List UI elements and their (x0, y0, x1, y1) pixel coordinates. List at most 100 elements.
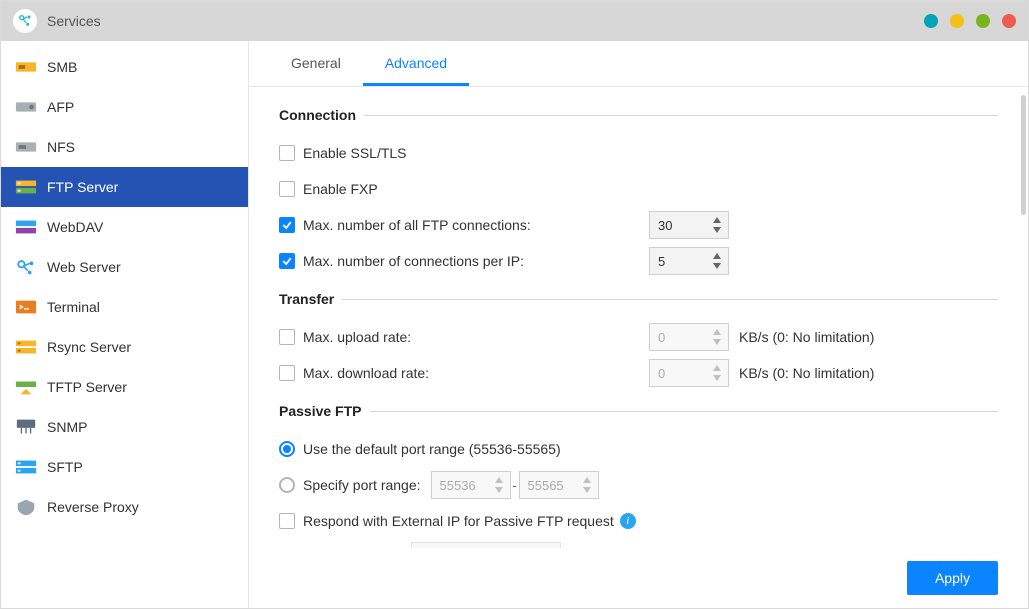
port-range-separator: - (511, 477, 519, 493)
checkbox-enable-fxp[interactable] (279, 181, 295, 197)
sidebar-item-label: NFS (47, 139, 75, 155)
sidebar-item-reverse-proxy[interactable]: Reverse Proxy (1, 487, 248, 527)
spinner-up-icon[interactable] (710, 327, 724, 337)
radio-specify-port-range[interactable] (279, 477, 295, 493)
dot-yellow[interactable] (950, 14, 964, 28)
apply-button[interactable]: Apply (907, 561, 998, 595)
ftp-icon (15, 177, 37, 197)
sidebar-item-rsync-server[interactable]: Rsync Server (1, 327, 248, 367)
scrollbar[interactable] (1020, 87, 1028, 548)
sidebar-item-afp[interactable]: AFP (1, 87, 248, 127)
section-title: Transfer (279, 291, 342, 307)
spinner-value: 0 (658, 366, 665, 381)
sidebar-item-label: Reverse Proxy (47, 499, 139, 515)
spinner-max-upload[interactable]: 0 (649, 323, 729, 351)
label-enable-ssl: Enable SSL/TLS (303, 145, 407, 161)
sidebar-item-nfs[interactable]: NFS (1, 127, 248, 167)
sidebar-item-label: Web Server (47, 259, 121, 275)
tabs: General Advanced (249, 41, 1028, 87)
spinner-max-all-connections[interactable]: 30 (649, 211, 729, 239)
smb-icon (15, 57, 37, 77)
title-bar: Services (1, 1, 1028, 41)
spinner-down-icon[interactable] (710, 373, 724, 383)
sidebar-item-label: FTP Server (47, 179, 118, 195)
footer: Apply (249, 548, 1028, 608)
spinner-up-icon[interactable] (492, 475, 506, 485)
checkbox-max-per-ip[interactable] (279, 253, 295, 269)
input-external-ip[interactable] (411, 542, 561, 548)
checkbox-respond-external-ip[interactable] (279, 513, 295, 529)
checkbox-max-all-connections[interactable] (279, 217, 295, 233)
dot-green[interactable] (976, 14, 990, 28)
spinner-up-icon[interactable] (710, 363, 724, 373)
sidebar-item-snmp[interactable]: SNMP (1, 407, 248, 447)
spinner-max-download[interactable]: 0 (649, 359, 729, 387)
spinner-down-icon[interactable] (710, 225, 724, 235)
tab-advanced[interactable]: Advanced (363, 41, 469, 86)
checkbox-enable-ssl[interactable] (279, 145, 295, 161)
section-title: Connection (279, 107, 364, 123)
sidebar-item-label: SFTP (47, 459, 83, 475)
sidebar-item-sftp[interactable]: SFTP (1, 447, 248, 487)
scrollbar-thumb[interactable] (1021, 95, 1026, 215)
label-max-all-connections: Max. number of all FTP connections: (303, 217, 531, 233)
spinner-port-from[interactable]: 55536 (431, 471, 511, 499)
spinner-up-icon[interactable] (580, 475, 594, 485)
sidebar-item-terminal[interactable]: Terminal (1, 287, 248, 327)
sidebar-item-tftp-server[interactable]: TFTP Server (1, 367, 248, 407)
section-title: Passive FTP (279, 403, 370, 419)
spinner-up-icon[interactable] (710, 215, 724, 225)
spinner-value: 30 (658, 218, 672, 233)
checkbox-max-upload[interactable] (279, 329, 295, 345)
app-icon (13, 9, 37, 33)
spinner-down-icon[interactable] (492, 485, 506, 495)
spinner-value: 55536 (440, 478, 476, 493)
sidebar: SMB AFP NFS FTP Server WebDAV Web Server (1, 41, 249, 608)
terminal-icon (15, 297, 37, 317)
section-passive-ftp: Passive FTP Use the default port range (… (279, 403, 998, 548)
label-upload-suffix: KB/s (0: No limitation) (739, 329, 874, 345)
nfs-icon (15, 137, 37, 157)
sidebar-item-ftp-server[interactable]: FTP Server (1, 167, 248, 207)
afp-icon (15, 97, 37, 117)
tftp-icon (15, 377, 37, 397)
spinner-down-icon[interactable] (710, 261, 724, 271)
spinner-port-to[interactable]: 55565 (519, 471, 599, 499)
sidebar-item-webdav[interactable]: WebDAV (1, 207, 248, 247)
web-server-icon (15, 257, 37, 277)
tab-content: Connection Enable SSL/TLS Enable FXP Max… (249, 87, 1028, 548)
window-controls (924, 14, 1016, 28)
label-respond-external-ip: Respond with External IP for Passive FTP… (303, 513, 614, 529)
label-specify-port-range: Specify port range: (303, 477, 421, 493)
spinner-max-per-ip[interactable]: 5 (649, 247, 729, 275)
dot-teal[interactable] (924, 14, 938, 28)
sidebar-item-label: SMB (47, 59, 77, 75)
radio-default-port-range[interactable] (279, 441, 295, 457)
sidebar-item-label: Rsync Server (47, 339, 131, 355)
services-window: Services SMB AFP NFS FTP Ser (0, 0, 1029, 609)
sidebar-item-web-server[interactable]: Web Server (1, 247, 248, 287)
label-max-per-ip: Max. number of connections per IP: (303, 253, 524, 269)
webdav-icon (15, 217, 37, 237)
spinner-up-icon[interactable] (710, 251, 724, 261)
label-enable-fxp: Enable FXP (303, 181, 378, 197)
spinner-down-icon[interactable] (710, 337, 724, 347)
section-connection: Connection Enable SSL/TLS Enable FXP Max… (279, 107, 998, 281)
sidebar-item-label: AFP (47, 99, 74, 115)
label-default-port-range: Use the default port range (55536-55565) (303, 441, 561, 457)
reverse-proxy-icon (15, 497, 37, 517)
section-transfer: Transfer Max. upload rate: 0 KB/s (0: No… (279, 291, 998, 393)
spinner-value: 0 (658, 330, 665, 345)
sidebar-item-smb[interactable]: SMB (1, 47, 248, 87)
sftp-icon (15, 457, 37, 477)
label-download-suffix: KB/s (0: No limitation) (739, 365, 874, 381)
main-panel: General Advanced Connection Enable SSL/T… (249, 41, 1028, 608)
info-icon[interactable]: i (620, 513, 636, 529)
checkbox-max-download[interactable] (279, 365, 295, 381)
label-max-upload: Max. upload rate: (303, 329, 411, 345)
rsync-icon (15, 337, 37, 357)
dot-red[interactable] (1002, 14, 1016, 28)
tab-general[interactable]: General (269, 41, 363, 86)
spinner-down-icon[interactable] (580, 485, 594, 495)
sidebar-item-label: Terminal (47, 299, 100, 315)
